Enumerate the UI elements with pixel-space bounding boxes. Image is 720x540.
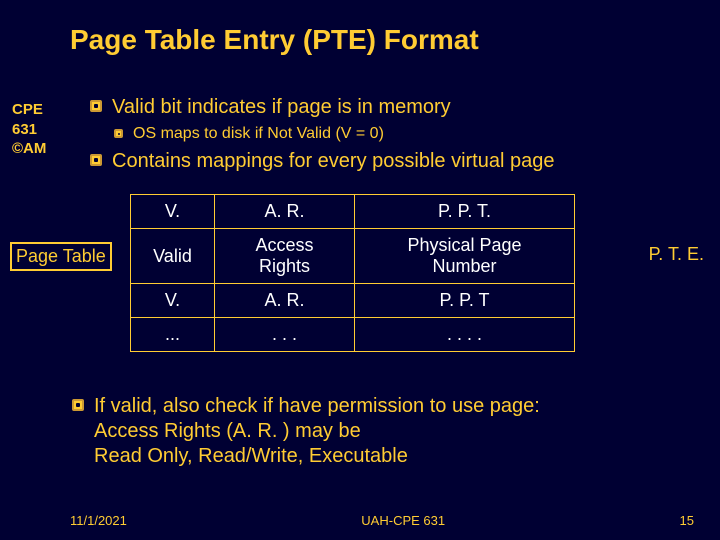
bullet-1-text: Valid bit indicates if page is in memory [112,95,451,119]
cell: Valid [131,229,215,284]
page-table-label: Page Table [10,242,112,271]
cell: V. [131,284,215,318]
cell: A. R. [215,195,355,229]
sidebar-course-label: CPE 631 ©AM [12,100,46,159]
cell: V. [131,195,215,229]
footer-date: 11/1/2021 [70,513,127,528]
ring-icon [90,100,102,112]
pte-label: P. T. E. [649,244,704,265]
bullet-1-sub-text: OS maps to disk if Not Valid (V = 0) [133,125,384,143]
cell: P. P. T [355,284,575,318]
content-area: Valid bit indicates if page is in memory… [90,95,690,179]
cell: A. R. [215,284,355,318]
bullet-3-text: If valid, also check if have permission … [94,394,540,469]
footer-page: 15 [680,513,694,528]
bullet-1: Valid bit indicates if page is in memory [90,95,690,119]
cell: . . . [215,318,355,352]
slide-title: Page Table Entry (PTE) Format [0,0,720,68]
cell: Access Rights [215,229,355,284]
pte-table: V. A. R. P. P. T. Valid Access Rights Ph… [130,194,575,352]
cell: . . . . [355,318,575,352]
cell: P. P. T. [355,195,575,229]
cell: Physical Page Number [355,229,575,284]
footer: 11/1/2021 UAH-CPE 631 15 [0,513,720,528]
footer-center: UAH-CPE 631 [361,513,445,528]
bullet-1-sub: OS maps to disk if Not Valid (V = 0) [90,125,690,143]
bullet-2-text: Contains mappings for every possible vir… [112,149,554,173]
bullet-3: If valid, also check if have permission … [72,394,692,469]
ring-icon [90,154,102,166]
bullet-2: Contains mappings for every possible vir… [90,149,690,173]
ring-icon [72,399,84,411]
ring-icon [114,129,123,138]
cell: ... [131,318,215,352]
